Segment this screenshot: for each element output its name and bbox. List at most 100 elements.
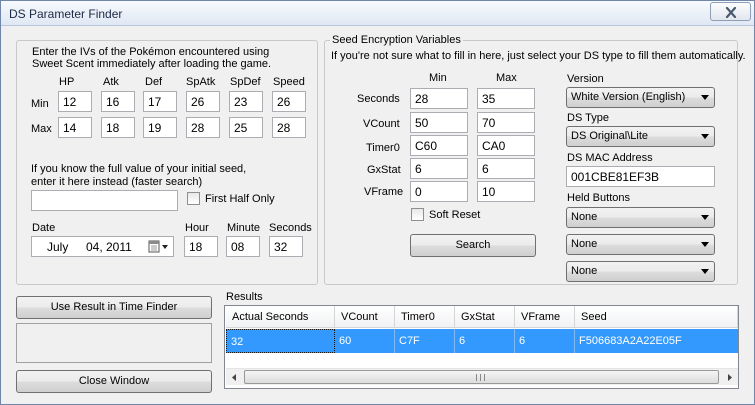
- enc-seconds-min[interactable]: 28: [410, 88, 468, 109]
- stat-header-def: Def: [145, 76, 163, 88]
- iv-min-atk[interactable]: 16: [101, 91, 135, 112]
- col-header-vframe[interactable]: VFrame: [515, 306, 575, 328]
- version-select[interactable]: White Version (English): [566, 87, 715, 108]
- enc-timer0-max[interactable]: CA0: [477, 135, 535, 156]
- mac-address-label: DS MAC Address: [567, 152, 653, 164]
- enc-max-header: Max: [496, 72, 517, 84]
- col-header-gxstat[interactable]: GxStat: [455, 306, 515, 328]
- hour-label: Hour: [185, 222, 209, 234]
- col-header-vcount[interactable]: VCount: [335, 306, 395, 328]
- chevron-down-icon: [701, 242, 709, 247]
- stat-header-hp: HP: [59, 76, 75, 88]
- held-button-1-value: None: [571, 211, 598, 223]
- use-result-button[interactable]: Use Result in Time Finder: [16, 296, 212, 319]
- soft-reset-label: Soft Reset: [429, 209, 481, 221]
- title-bar: DS Parameter Finder: [1, 1, 754, 26]
- held-button-select-3[interactable]: None: [566, 261, 715, 282]
- cell-actual-seconds[interactable]: 32: [226, 329, 335, 353]
- stat-header-speed: Speed: [273, 76, 305, 88]
- cell-seed[interactable]: F506683A2A22E05F: [575, 329, 738, 353]
- date-day[interactable]: 04,: [86, 240, 103, 254]
- enc-vframe-max[interactable]: 10: [477, 181, 535, 202]
- minute-input[interactable]: 08: [226, 236, 260, 257]
- enc-vcount-min[interactable]: 50: [410, 112, 468, 133]
- col-header-timer0[interactable]: Timer0: [395, 306, 455, 328]
- date-label: Date: [32, 222, 56, 234]
- soft-reset-checkbox[interactable]: [411, 208, 424, 221]
- ds-parameter-finder-window: DS Parameter Finder Enter the IVs of the…: [0, 0, 755, 405]
- chevron-down-icon: [701, 134, 709, 139]
- iv-min-def[interactable]: 17: [143, 91, 177, 112]
- enc-label-gxstat: GxStat: [367, 164, 401, 176]
- table-row[interactable]: 32 60 C7F 6 6 F506683A2A22E05F: [226, 329, 738, 353]
- seed-hint-line1: If you know the full value of your initi…: [31, 163, 247, 175]
- held-buttons-label: Held Buttons: [567, 192, 630, 204]
- chevron-down-icon: [701, 269, 709, 274]
- calendar-icon[interactable]: [148, 240, 170, 254]
- seed-hint-line2: enter it here instead (faster search): [31, 176, 203, 188]
- iv-min-spdef[interactable]: 23: [229, 91, 263, 112]
- version-label: Version: [567, 73, 604, 85]
- hour-input[interactable]: 18: [184, 236, 218, 257]
- cell-gxstat[interactable]: 6: [455, 329, 515, 353]
- iv-instruction-line1: Enter the IVs of the Pokémon encountered…: [32, 46, 270, 58]
- first-half-only-label: First Half Only: [205, 193, 275, 205]
- ds-type-label: DS Type: [567, 112, 609, 124]
- scrollbar-thumb[interactable]: [244, 370, 719, 384]
- col-header-seed[interactable]: Seed: [575, 306, 738, 328]
- cell-vcount[interactable]: 60: [335, 329, 395, 353]
- seconds-input[interactable]: 32: [269, 236, 303, 257]
- cell-timer0[interactable]: C7F: [395, 329, 455, 353]
- encryption-hint: If you're not sure what to fill in here,…: [331, 50, 746, 62]
- version-selected-value: White Version (English): [571, 91, 686, 103]
- results-horizontal-scrollbar[interactable]: [226, 368, 738, 385]
- enc-label-vcount: VCount: [363, 118, 400, 130]
- iv-max-spdef[interactable]: 25: [229, 117, 263, 138]
- iv-max-spatk[interactable]: 28: [186, 117, 220, 138]
- date-month[interactable]: July: [47, 240, 68, 254]
- iv-max-def[interactable]: 19: [143, 117, 177, 138]
- iv-instruction-line2: Sweet Scent immediately after loading th…: [32, 58, 272, 70]
- results-label: Results: [226, 291, 263, 303]
- held-button-2-value: None: [571, 238, 598, 250]
- first-half-only-checkbox[interactable]: [187, 192, 200, 205]
- enc-gxstat-min[interactable]: 6: [410, 158, 468, 179]
- iv-max-speed[interactable]: 28: [272, 117, 306, 138]
- stat-header-atk: Atk: [103, 76, 119, 88]
- minute-label: Minute: [227, 222, 261, 234]
- window-close-button[interactable]: [710, 2, 751, 21]
- enc-seconds-max[interactable]: 35: [477, 88, 535, 109]
- scrollbar-grip: [476, 374, 485, 381]
- mac-address-input[interactable]: 001CBE81EF3B: [566, 166, 715, 187]
- close-x-icon: [725, 7, 737, 18]
- held-button-select-2[interactable]: None: [566, 234, 715, 255]
- chevron-down-icon: [701, 95, 709, 100]
- initial-seed-input[interactable]: [31, 190, 178, 211]
- scroll-right-icon[interactable]: [721, 369, 738, 386]
- search-button[interactable]: Search: [410, 234, 536, 257]
- status-panel: [16, 323, 212, 363]
- iv-min-spatk[interactable]: 26: [186, 91, 220, 112]
- date-picker[interactable]: July 04, 2011: [31, 236, 174, 257]
- results-grid[interactable]: Actual Seconds VCount Timer0 GxStat VFra…: [224, 305, 739, 389]
- enc-vcount-max[interactable]: 70: [477, 112, 535, 133]
- scroll-left-icon[interactable]: [226, 369, 243, 386]
- cell-vframe[interactable]: 6: [515, 329, 575, 353]
- close-window-button[interactable]: Close Window: [16, 370, 212, 393]
- enc-vframe-min[interactable]: 0: [410, 181, 468, 202]
- stat-header-spdef: SpDef: [230, 76, 261, 88]
- ds-type-selected-value: DS Original\Lite: [571, 130, 649, 142]
- ds-type-select[interactable]: DS Original\Lite: [566, 126, 715, 147]
- enc-gxstat-max[interactable]: 6: [477, 158, 535, 179]
- col-header-actual-seconds[interactable]: Actual Seconds: [226, 306, 335, 328]
- iv-min-hp[interactable]: 12: [58, 91, 92, 112]
- iv-min-speed[interactable]: 26: [272, 91, 306, 112]
- iv-max-atk[interactable]: 18: [101, 117, 135, 138]
- iv-max-hp[interactable]: 14: [58, 117, 92, 138]
- stat-header-spatk: SpAtk: [186, 76, 216, 88]
- chevron-down-icon: [701, 215, 709, 220]
- date-year[interactable]: 2011: [106, 240, 132, 254]
- held-button-select-1[interactable]: None: [566, 207, 715, 228]
- enc-timer0-min[interactable]: C60: [410, 135, 468, 156]
- window-title: DS Parameter Finder: [9, 7, 123, 21]
